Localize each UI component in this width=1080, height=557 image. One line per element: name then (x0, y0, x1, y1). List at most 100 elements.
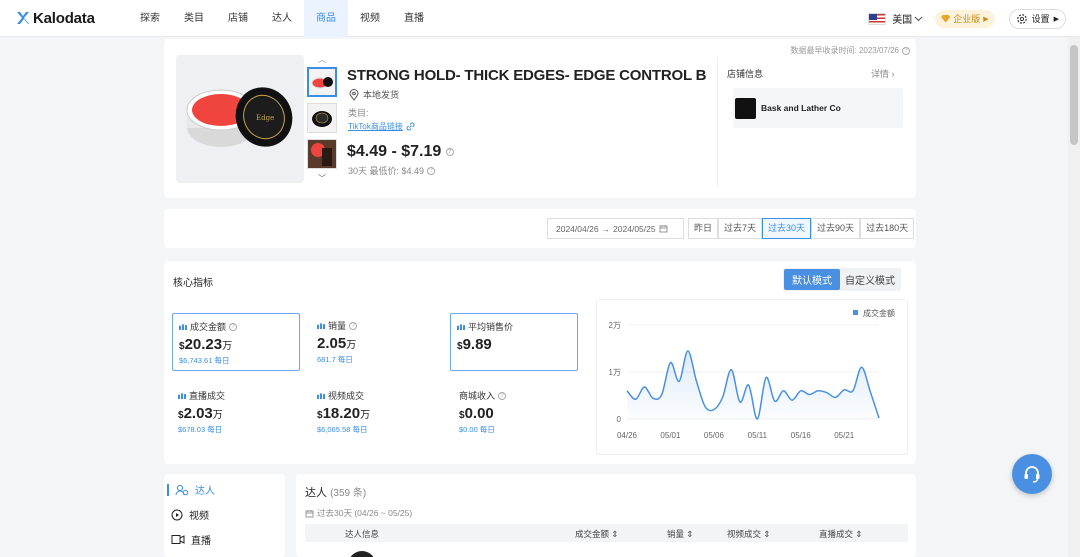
nav-explore[interactable]: 探索 (128, 0, 172, 37)
settings-button[interactable]: 设置 ▶ (1008, 8, 1066, 29)
diamond-icon (941, 14, 951, 23)
preset-yesterday[interactable]: 昨日 (688, 218, 719, 239)
headset-icon (1024, 466, 1040, 483)
brand-name: Kalodata (33, 9, 95, 27)
shop-detail-link[interactable]: 详情 › (871, 67, 895, 80)
date-from: 2024/04/26 (556, 223, 599, 234)
region-selector[interactable]: 美国 (868, 11, 923, 26)
col-live-gmv[interactable]: 直播成交 ⇕ (819, 528, 863, 540)
col-gmv[interactable]: 成交金额 ⇕ (575, 528, 619, 540)
nav-video[interactable]: 视频 (348, 0, 392, 37)
side-item-videos[interactable]: 视频 (167, 502, 215, 527)
x-tick-label: 05/11 (748, 431, 768, 440)
jar-thumbnail-image (311, 77, 333, 89)
detail-text[interactable]: 详情 (871, 69, 889, 79)
side-item-label: 直播 (191, 536, 211, 547)
product-card: 数据最早收录时间: 2023/07/26? Edge ︿ ﹀ STRONG HO… (164, 39, 916, 198)
customer-support-button[interactable] (1012, 454, 1052, 494)
col-video-gmv-label: 视频成交 (727, 529, 762, 539)
metric-value: 9.89 (462, 336, 492, 353)
preset-90d[interactable]: 过去90天 (811, 218, 861, 239)
creators-count: (359 条) (330, 488, 367, 499)
metric-value: 18.20 (322, 405, 361, 422)
col-sales[interactable]: 销量 ⇕ (667, 528, 694, 540)
tiktok-link[interactable]: TikTok商品链接 (348, 121, 415, 132)
metric-daily: $0.00 每日 (459, 425, 495, 434)
thumbnail-3[interactable] (307, 139, 337, 169)
metric-label: 商城收入 (459, 391, 496, 401)
ship-text: 本地发货 (363, 90, 400, 100)
side-item-live[interactable]: 直播 (167, 527, 215, 552)
data-time-note: 数据最早收录时间: 2023/07/26? (791, 45, 910, 56)
date-filter-bar: 2024/04/26 → 2024/05/25 昨日 过去7天 过去30天 过去… (164, 209, 916, 248)
y-tick-label: 0 (617, 415, 622, 424)
shop-card[interactable]: Bask and Lather Co (733, 88, 903, 128)
preset-180d[interactable]: 过去180天 (860, 218, 915, 239)
legend-swatch (853, 310, 858, 315)
col-video-gmv[interactable]: 视频成交 ⇕ (727, 528, 771, 540)
price-range: $4.49 - $7.19 ? (347, 143, 454, 161)
y-tick-label: 1万 (609, 368, 621, 377)
shop-name[interactable]: Bask and Lather Co (761, 103, 841, 113)
info-icon[interactable]: ? (229, 322, 238, 331)
nav-product[interactable]: 商品 (304, 0, 348, 37)
data-time-text: 数据最早收录时间: 2023/07/26 (790, 46, 899, 55)
link-icon (406, 122, 415, 131)
thumbnail-1[interactable] (307, 67, 337, 97)
metric-avg-price[interactable]: 平均销售价 $9.89 (450, 313, 578, 371)
metric-unit: 万 (346, 340, 357, 351)
metric-mall-revenue[interactable]: 商城收入? $0.00 $0.00 每日 (453, 383, 581, 441)
side-item-creators[interactable]: 达人 (167, 477, 215, 502)
nav-shop[interactable]: 店铺 (216, 0, 260, 37)
side-menu-list: 达人 视频 直播 (167, 477, 215, 552)
tiktok-link-text[interactable]: TikTok商品链接 (348, 121, 403, 132)
metric-label: 视频成交 (328, 391, 365, 401)
creators-table-header: 达人信息 成交金额 ⇕ 销量 ⇕ 视频成交 ⇕ 直播成交 ⇕ (305, 524, 908, 542)
custom-mode-button[interactable]: 自定义模式 (840, 269, 900, 290)
creators-title: 达人 (305, 487, 327, 499)
creators-heading: 达人 (359 条) (305, 484, 366, 500)
scrollbar-thumb[interactable] (1070, 45, 1078, 145)
bar-chart-icon (179, 323, 187, 330)
info-icon[interactable]: ? (902, 46, 910, 55)
top-navigation-bar: Kalodata 探索 类目 店铺 达人 商品 视频 直播 美国 企业版 ▶ 设… (0, 0, 1080, 37)
thumb-up-arrow-icon[interactable]: ︿ (318, 54, 326, 65)
default-mode-button[interactable]: 默认模式 (784, 269, 840, 290)
product-main-image[interactable]: Edge (176, 55, 304, 183)
nav-creator[interactable]: 达人 (260, 0, 304, 37)
enterprise-badge[interactable]: 企业版 ▶ (935, 9, 995, 28)
info-icon[interactable]: ? (445, 147, 454, 156)
metric-label: 直播成交 (189, 391, 226, 401)
preset-30d[interactable]: 过去30天 (762, 218, 812, 239)
info-icon[interactable]: ? (349, 321, 358, 330)
nav-live[interactable]: 直播 (392, 0, 436, 37)
preset-7d[interactable]: 过去7天 (718, 218, 763, 239)
metric-gmv[interactable]: 成交金额? $20.23万 $6,743.61 每日 (172, 313, 300, 371)
caret-right-icon: ▶ (983, 15, 989, 23)
creator-avatar[interactable] (348, 551, 376, 557)
page-scrollbar[interactable] (1068, 37, 1080, 557)
side-item-label: 达人 (195, 486, 215, 497)
core-metrics-card: 核心指标 默认模式 自定义模式 成交金额? $20.23万 $6,743.61 … (164, 261, 916, 464)
thumbnail-2[interactable] (307, 103, 337, 133)
product-jar-image: Edge (186, 87, 293, 147)
product-title: STRONG HOLD- THICK EDGES- EDGE CONTROL B… (347, 67, 707, 84)
bar-chart-icon (178, 392, 186, 399)
thumb-down-arrow-icon[interactable]: ﹀ (318, 173, 326, 184)
kalodata-logo[interactable]: Kalodata (16, 10, 128, 27)
metric-live-gmv[interactable]: 直播成交 $2.03万 $678.03 每日 (172, 383, 300, 441)
metric-video-gmv[interactable]: 视频成交 $18.20万 $6,065.58 每日 (311, 383, 439, 441)
info-icon[interactable]: ? (498, 391, 507, 400)
info-icon[interactable]: ? (427, 166, 436, 175)
shop-logo (735, 97, 756, 119)
metric-daily: $678.03 每日 (178, 425, 223, 434)
nav-category[interactable]: 类目 (172, 0, 216, 37)
product-thumbnails (307, 67, 339, 175)
metric-daily: $6,065.58 每日 (317, 425, 368, 434)
gmv-trend-chart: 成交金额 2万 1万 0 04/26 05/01 05/06 05/11 05/16 05/21 (596, 299, 908, 455)
metric-value: 20.23 (184, 336, 223, 353)
metric-sales[interactable]: 销量? 2.05万 681.7 每日 (311, 313, 439, 371)
date-presets: 昨日 过去7天 过去30天 过去90天 过去180天 (688, 218, 915, 239)
date-range-picker[interactable]: 2024/04/26 → 2024/05/25 (547, 218, 684, 239)
divider (717, 57, 718, 187)
